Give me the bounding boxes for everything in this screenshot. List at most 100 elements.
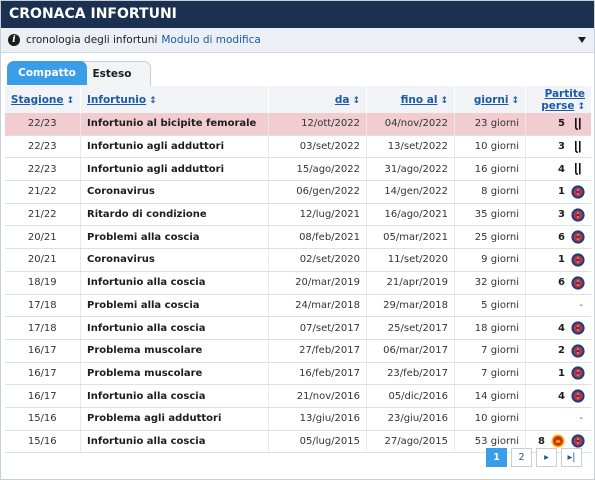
panel-title: CRONACA INFORTUNI xyxy=(1,1,594,28)
page-2-button[interactable]: 2 xyxy=(511,448,532,467)
table-body: 22/23 Infortunio al bicipite femorale 12/o… xyxy=(4,113,591,454)
cell-from: 08/feb/2021 xyxy=(268,225,367,250)
cell-injury: Infortunio al bicipite femorale xyxy=(80,113,269,136)
header-days[interactable]: giorni ↕ xyxy=(454,86,526,113)
cell-from: 06/gen/2022 xyxy=(268,180,367,204)
cell-from: 16/feb/2017 xyxy=(268,362,367,386)
cell-from: 05/lug/2015 xyxy=(268,430,367,454)
header-games-missed[interactable]: Partite perse ↕ xyxy=(525,86,591,113)
sort-icon: ↕ xyxy=(440,95,448,106)
cell-days: 8 giorni xyxy=(454,180,526,204)
cell-to: 04/nov/2022 xyxy=(366,113,455,136)
games-missed-value: 2 xyxy=(558,345,565,357)
games-missed-value: 3 xyxy=(558,209,565,221)
cell-injury: Infortunio alla coscia xyxy=(80,316,269,340)
cell-games-missed: 5 xyxy=(525,113,591,136)
cell-days: 14 giorni xyxy=(454,384,526,408)
cell-injury: Coronavirus xyxy=(80,180,269,204)
cell-games-missed: 4 xyxy=(525,384,591,408)
cell-to: 21/apr/2019 xyxy=(366,271,455,295)
cell-injury: Infortunio alla coscia xyxy=(80,271,269,295)
cell-to: 31/ago/2022 xyxy=(366,157,455,182)
psg-crest-icon xyxy=(571,366,585,381)
games-missed-value: 8 xyxy=(538,435,545,447)
header-season[interactable]: Stagione ↕ xyxy=(4,86,81,113)
cell-to: 23/giu/2016 xyxy=(366,407,455,431)
cell-injury: Infortunio alla coscia xyxy=(80,430,269,454)
games-missed-value: - xyxy=(579,413,583,425)
cell-injury: Infortunio agli adduttori xyxy=(80,135,269,159)
cell-season: 15/16 xyxy=(4,407,81,431)
cell-season: 22/23 xyxy=(4,157,81,182)
table-row: 16/17 Infortunio alla coscia 21/nov/2016 05… xyxy=(4,384,591,408)
tab-compatto[interactable]: Compatto xyxy=(7,61,87,85)
cell-season: 15/16 xyxy=(4,430,81,454)
cell-season: 17/18 xyxy=(4,294,81,318)
cell-games-missed: 1 xyxy=(525,362,591,386)
next-page-icon[interactable]: ▸ xyxy=(536,448,557,467)
cell-from: 15/ago/2022 xyxy=(268,157,367,182)
injury-history-panel: CRONACA INFORTUNI i cronologia degli inf… xyxy=(0,0,595,480)
cell-to: 25/set/2017 xyxy=(366,316,455,340)
cell-injury: Problema agli adduttori xyxy=(80,407,269,431)
cell-season: 16/17 xyxy=(4,384,81,408)
cell-days: 5 giorni xyxy=(454,294,526,318)
cell-from: 12/ott/2022 xyxy=(268,113,367,136)
psg-crest-icon xyxy=(571,321,585,335)
cell-to: 16/ago/2021 xyxy=(366,203,455,227)
cell-games-missed: 4 xyxy=(525,157,591,182)
games-missed-value: 6 xyxy=(558,277,565,289)
cell-days: 32 giorni xyxy=(454,271,526,295)
table-row: 18/19 Infortunio alla coscia 20/mar/2019 21… xyxy=(4,271,591,295)
juventus-crest-icon xyxy=(575,117,581,130)
cell-season: 21/22 xyxy=(4,203,81,227)
juventus-crest-icon xyxy=(575,140,581,153)
cell-games-missed: - xyxy=(525,294,591,318)
cell-from: 07/set/2017 xyxy=(268,316,367,340)
cell-injury: Problema muscolare xyxy=(80,339,269,363)
chevron-down-icon[interactable] xyxy=(578,37,586,43)
cell-games-missed: 4 xyxy=(525,316,591,340)
header-injury[interactable]: Infortunio ↕ xyxy=(80,86,269,113)
games-missed-value: 4 xyxy=(558,322,565,334)
table-header-row: Stagione ↕ Infortunio ↕ da ↕ fino al ↕ giorn… xyxy=(4,86,591,113)
sort-icon: ↕ xyxy=(577,101,585,112)
cell-to: 05/mar/2021 xyxy=(366,225,455,250)
info-text: cronologia degli infortuni xyxy=(26,34,158,46)
header-from[interactable]: da ↕ xyxy=(268,86,367,113)
table-row: 21/22 Coronavirus 06/gen/2022 14/gen/2022 8 … xyxy=(4,180,591,204)
header-to[interactable]: fino al ↕ xyxy=(366,86,455,113)
page-1-button[interactable]: 1 xyxy=(486,448,507,467)
table-row: 22/23 Infortunio al bicipite femorale 12/o… xyxy=(4,113,591,136)
view-tabs: Esteso Compatto xyxy=(1,58,594,86)
cell-from: 02/set/2020 xyxy=(268,248,367,272)
cell-days: 10 giorni xyxy=(454,135,526,159)
cell-to: 13/set/2022 xyxy=(366,135,455,159)
cell-injury: Problemi alla coscia xyxy=(80,225,269,250)
sort-icon: ↕ xyxy=(66,95,75,106)
games-missed-value: 3 xyxy=(558,141,565,153)
cell-days: 25 giorni xyxy=(454,225,526,250)
games-missed-value: 1 xyxy=(558,254,565,266)
cell-days: 18 giorni xyxy=(454,316,526,340)
table-row: 21/22 Ritardo di condizione 12/lug/2021 16/… xyxy=(4,203,591,227)
cell-to: 05/dic/2016 xyxy=(366,384,455,408)
cell-season: 17/18 xyxy=(4,316,81,340)
edit-form-link[interactable]: Modulo di modifica xyxy=(161,34,260,46)
info-bar: i cronologia degli infortuni Modulo di m… xyxy=(1,28,594,53)
psg-crest-icon xyxy=(571,207,585,222)
cell-injury: Infortunio agli adduttori xyxy=(80,157,269,182)
cell-from: 03/set/2022 xyxy=(268,135,367,159)
games-missed-value: - xyxy=(579,299,583,311)
cell-games-missed: 2 xyxy=(525,339,591,363)
last-page-icon[interactable]: ▸| xyxy=(561,448,582,467)
table-row: 16/17 Problema muscolare 16/feb/2017 23/feb… xyxy=(4,362,591,386)
cell-to: 27/ago/2015 xyxy=(366,430,455,454)
cell-days: 7 giorni xyxy=(454,362,526,386)
cell-to: 06/mar/2017 xyxy=(366,339,455,363)
table-row: 20/21 Problemi alla coscia 08/feb/2021 05/m… xyxy=(4,225,591,250)
cell-season: 22/23 xyxy=(4,113,81,136)
cell-injury: Ritardo di condizione xyxy=(80,203,269,227)
cell-days: 16 giorni xyxy=(454,157,526,182)
cell-games-missed: 1 xyxy=(525,180,591,204)
